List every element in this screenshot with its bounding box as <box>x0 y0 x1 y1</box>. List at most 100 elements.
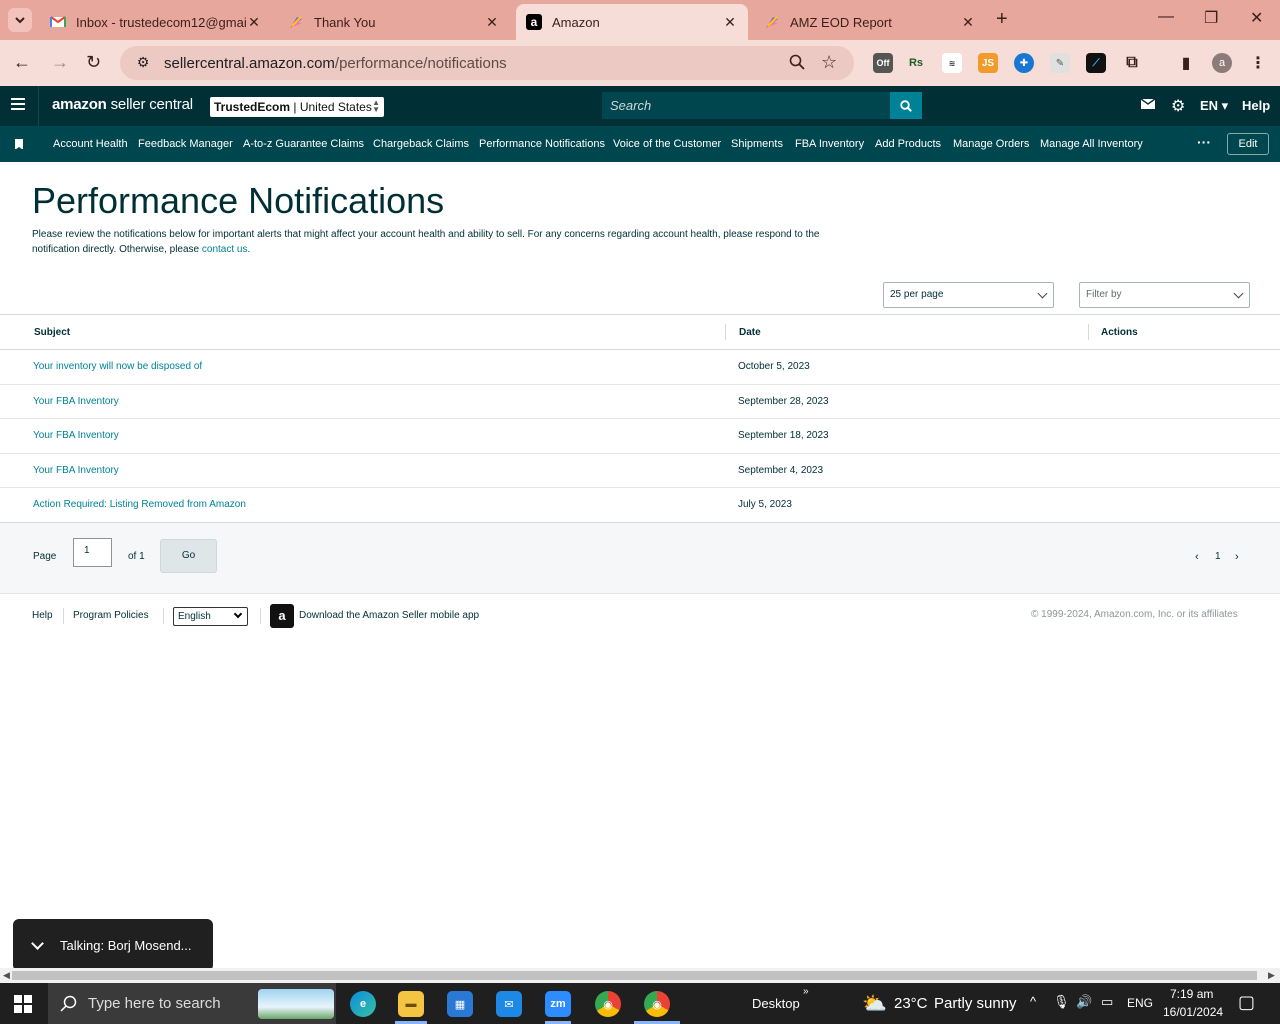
notification-subject-link[interactable]: Your inventory will now be disposed of <box>33 361 202 372</box>
weather-text[interactable]: Partly sunny <box>934 995 1017 1012</box>
notification-subject-link[interactable]: Your FBA Inventory <box>33 465 119 476</box>
nav-voice-of-customer[interactable]: Voice of the Customer <box>613 138 721 150</box>
settings-gear-icon[interactable]: ⚙ <box>1171 96 1185 116</box>
page-number-input[interactable]: 1 <box>73 538 112 567</box>
footer-language-select[interactable]: English <box>173 607 248 626</box>
file-explorer-icon[interactable]: ▬ <box>398 991 424 1017</box>
edge-icon[interactable]: e <box>350 991 376 1017</box>
new-tab-icon[interactable]: + <box>996 8 1008 31</box>
filter-by-select[interactable]: Filter by <box>1079 282 1250 308</box>
extension-rs-icon[interactable]: Rs <box>906 53 926 73</box>
search-input[interactable]: Search <box>602 92 892 119</box>
amazon-app-icon[interactable]: a <box>270 604 294 628</box>
nav-fba-inventory[interactable]: FBA Inventory <box>795 138 864 150</box>
nav-performance-notifications[interactable]: Performance Notifications <box>479 138 605 150</box>
more-options-icon[interactable]: ··· <box>1197 134 1211 150</box>
nav-add-products[interactable]: Add Products <box>875 138 941 150</box>
forward-icon[interactable]: → <box>51 52 69 73</box>
notification-subject-link[interactable]: Action Required: Listing Removed from Am… <box>33 499 246 510</box>
hamburger-menu-icon[interactable] <box>11 98 25 110</box>
address-bar[interactable]: ⚙ sellercentral.amazon.com/performance/n… <box>120 46 854 80</box>
clock-time[interactable]: 7:19 am <box>1170 987 1213 1001</box>
seller-central-logo[interactable]: amazon seller central <box>52 96 193 113</box>
clock-date[interactable]: 16/01/2024 <box>1163 1005 1223 1019</box>
scroll-right-icon[interactable]: ▶ <box>1268 970 1275 981</box>
current-page[interactable]: 1 <box>1215 551 1221 562</box>
bookmark-icon[interactable] <box>15 139 23 150</box>
input-language[interactable]: ENG <box>1127 996 1153 1010</box>
desktop-toolbar-label[interactable]: Desktop <box>752 996 800 1011</box>
chrome-icon[interactable]: ◉ <box>644 991 670 1017</box>
talking-popup[interactable]: Talking: Borj Mosend... <box>13 919 213 971</box>
extension-off-icon[interactable]: Off <box>873 53 893 73</box>
horizontal-scrollbar[interactable]: ◀ ▶ <box>0 968 1280 983</box>
tab-amazon[interactable]: a Amazon ✕ <box>516 4 748 40</box>
nav-manage-all-inventory[interactable]: Manage All Inventory <box>1040 138 1143 150</box>
footer-help-link[interactable]: Help <box>32 610 53 621</box>
nav-chargeback-claims[interactable]: Chargeback Claims <box>373 138 469 150</box>
close-tab-icon[interactable]: ✕ <box>960 14 976 31</box>
microsoft-store-icon[interactable]: ▦ <box>447 991 473 1017</box>
site-settings-icon[interactable]: ⚙ <box>134 54 152 72</box>
tab-thank-you[interactable]: Thank You ✕ <box>278 4 510 40</box>
notification-subject-link[interactable]: Your FBA Inventory <box>33 396 119 407</box>
chrome-profile-icon[interactable]: ◉ <box>595 991 621 1017</box>
windows-start-icon[interactable] <box>14 995 32 1013</box>
back-icon[interactable]: ← <box>13 52 31 73</box>
close-tab-icon[interactable]: ✕ <box>484 14 500 31</box>
notification-subject-link[interactable]: Your FBA Inventory <box>33 430 119 441</box>
side-panel-icon[interactable]: ▮ <box>1176 53 1196 73</box>
go-button[interactable]: Go <box>160 539 217 573</box>
nav-manage-orders[interactable]: Manage Orders <box>953 138 1029 150</box>
col-date[interactable]: Date <box>739 327 761 338</box>
tab-gmail[interactable]: Inbox - trustedecom12@gmail. ✕ <box>40 4 272 40</box>
program-policies-link[interactable]: Program Policies <box>73 610 149 621</box>
nav-feedback-manager[interactable]: Feedback Manager <box>138 138 233 150</box>
contact-us-link[interactable]: contact us <box>202 244 248 255</box>
extension-icon[interactable]: ≋ <box>942 53 962 73</box>
search-button[interactable] <box>890 92 922 119</box>
extension-js-icon[interactable]: JS <box>978 53 998 73</box>
microphone-icon[interactable]: 🎙 <box>1053 994 1070 1010</box>
scroll-left-icon[interactable]: ◀ <box>3 970 10 981</box>
tab-search-button[interactable] <box>8 8 32 32</box>
weather-icon[interactable]: ⛅ <box>862 991 887 1016</box>
mail-app-icon[interactable]: ✉ <box>496 991 522 1017</box>
prev-page-icon[interactable]: ‹ <box>1195 551 1199 563</box>
language-selector[interactable]: EN ▾ <box>1200 98 1228 114</box>
per-page-select[interactable]: 25 per page <box>883 282 1054 308</box>
extension-tool-icon[interactable]: ✎ <box>1050 53 1070 73</box>
mail-icon[interactable] <box>1140 98 1156 113</box>
extensions-puzzle-icon[interactable]: ⧉ <box>1122 53 1142 73</box>
taskbar-search-input[interactable]: Type here to search <box>48 983 336 1024</box>
weather-temp[interactable]: 23°C <box>894 995 928 1012</box>
nav-shipments[interactable]: Shipments <box>731 138 783 150</box>
account-switcher[interactable]: TrustedEcom | United States ▲ ▼ <box>210 97 384 117</box>
bookmark-star-icon[interactable]: ☆ <box>821 52 837 73</box>
chevron-down-icon[interactable] <box>31 936 44 950</box>
tab-amz-eod[interactable]: AMZ EOD Report ✕ <box>754 4 986 40</box>
restore-icon[interactable]: ❐ <box>1204 8 1218 28</box>
close-window-icon[interactable]: ✕ <box>1250 8 1263 28</box>
reload-icon[interactable]: ↻ <box>86 52 101 73</box>
zoom-icon[interactable] <box>789 54 805 75</box>
chevrons-icon[interactable]: » <box>803 986 809 997</box>
network-icon[interactable]: ▭ <box>1101 994 1113 1010</box>
extension-circle-icon[interactable]: ✚ <box>1014 53 1034 73</box>
next-page-icon[interactable]: › <box>1235 551 1239 563</box>
volume-icon[interactable]: 🔊 <box>1076 994 1092 1010</box>
close-tab-icon[interactable]: ✕ <box>246 14 262 31</box>
nav-a-to-z-claims[interactable]: A-to-z Guarantee Claims <box>243 138 364 150</box>
download-app-link[interactable]: Download the Amazon Seller mobile app <box>299 610 479 621</box>
col-subject[interactable]: Subject <box>34 327 70 338</box>
zoom-app-icon[interactable]: zm <box>545 991 571 1017</box>
nav-account-health[interactable]: Account Health <box>53 138 128 150</box>
show-hidden-icons-icon[interactable]: ^ <box>1030 994 1036 1009</box>
minimize-icon[interactable]: — <box>1158 8 1174 26</box>
extension-dark-icon[interactable]: ⟋ <box>1086 53 1106 73</box>
edit-nav-button[interactable]: Edit <box>1227 133 1269 155</box>
browser-menu-icon[interactable]: ⋮ <box>1248 53 1268 73</box>
close-tab-icon[interactable]: ✕ <box>722 14 738 31</box>
profile-avatar[interactable]: a <box>1212 53 1232 73</box>
help-link[interactable]: Help <box>1242 98 1270 113</box>
